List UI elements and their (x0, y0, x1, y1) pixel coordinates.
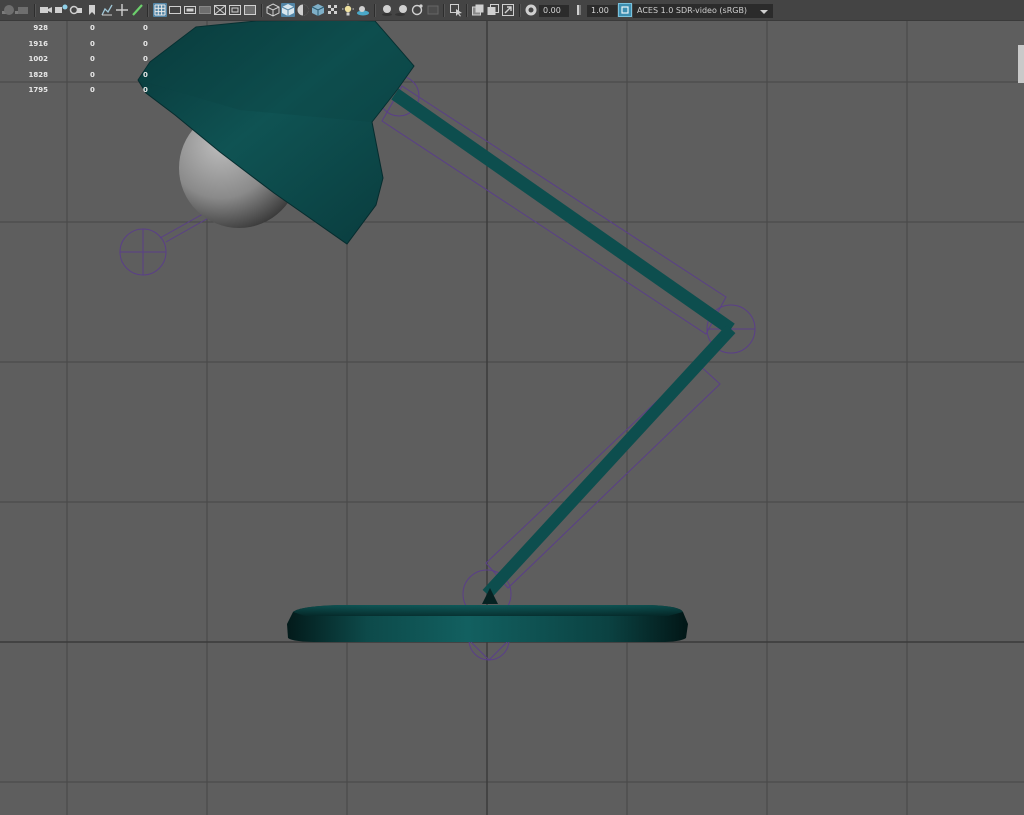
safe-title-icon[interactable] (243, 3, 257, 17)
hud-value: 0 (143, 39, 148, 48)
bookmark-icon[interactable] (85, 3, 99, 17)
depth-of-field-icon[interactable] (426, 3, 440, 17)
hud-value: 0 (143, 24, 148, 32)
gamma-icon[interactable] (572, 3, 586, 17)
viewport-toolbar: 0.00 1.00 ACES 1.0 SDR-video (sRGB) (0, 0, 1024, 21)
lighting-icon[interactable] (326, 3, 340, 17)
camera-icon[interactable] (39, 3, 53, 17)
grease-pencil-icon[interactable] (130, 3, 144, 17)
hud-value: 0 (90, 39, 95, 48)
hud-value: 0 (143, 70, 148, 79)
grid-lines (0, 21, 1024, 815)
toolbar-separator (34, 4, 36, 17)
toolbar-separator (374, 4, 376, 17)
grid-toggle-icon[interactable] (153, 3, 167, 17)
gate-mask-icon[interactable] (198, 3, 212, 17)
vertical-scrollbar[interactable] (1018, 45, 1024, 83)
smooth-shade-icon[interactable] (281, 3, 295, 17)
wireframe-icon[interactable] (266, 3, 280, 17)
color-space-label: ACES 1.0 SDR-video (sRGB) (637, 6, 748, 15)
two-d-pan-zoom-icon[interactable] (115, 3, 129, 17)
hud-value: 1828 (28, 70, 48, 79)
image-plane-icon[interactable] (100, 3, 114, 17)
lock-camera-icon[interactable] (16, 3, 30, 17)
hud-value: 0 (90, 70, 95, 79)
color-management-icon[interactable] (618, 3, 632, 17)
lower-arm[interactable] (482, 324, 736, 599)
motion-blur-icon[interactable] (395, 3, 409, 17)
xray-active-components-icon[interactable] (486, 3, 500, 17)
shadows-icon[interactable] (356, 3, 370, 17)
camera-attributes-icon[interactable] (54, 3, 68, 17)
toolbar-separator (443, 4, 445, 17)
field-chart-icon[interactable] (213, 3, 227, 17)
use-default-material-icon[interactable] (296, 3, 310, 17)
hud-value: 0 (90, 86, 95, 95)
hud-value: 0 (90, 55, 95, 64)
xray-joints-icon[interactable] (501, 3, 515, 17)
all-lights-icon[interactable] (341, 3, 355, 17)
perspective-viewport[interactable]: 928 1916 1002 1828 1795 0 0 0 0 0 0 0 0 … (0, 21, 1024, 815)
exposure-field[interactable]: 0.00 (539, 5, 569, 17)
grid-axis-lines (0, 21, 1024, 815)
hud-value: 0 (90, 24, 95, 32)
hud-column-b: 0 0 0 0 0 (90, 21, 102, 99)
textured-icon[interactable] (311, 3, 325, 17)
safe-action-icon[interactable] (228, 3, 242, 17)
color-space-dropdown[interactable]: ACES 1.0 SDR-video (sRGB) (633, 4, 773, 18)
hud-value: 0 (143, 86, 148, 95)
hud-value: 928 (33, 24, 48, 32)
chevron-down-icon (760, 10, 768, 14)
upper-arm[interactable] (391, 88, 735, 335)
gamma-field[interactable]: 1.00 (587, 5, 617, 17)
scene-canvas[interactable] (0, 21, 1024, 815)
screen-space-ambient-occlusion-icon[interactable] (380, 3, 394, 17)
film-gate-icon[interactable] (168, 3, 182, 17)
hud-column-c: 0 0 0 0 0 (143, 21, 155, 99)
xray-icon[interactable] (471, 3, 485, 17)
hud-value: 1002 (28, 55, 48, 64)
isolate-select-icon[interactable] (449, 3, 463, 17)
bookmark-camera-icon[interactable] (69, 3, 83, 17)
anti-aliasing-icon[interactable] (410, 3, 424, 17)
toolbar-separator (147, 4, 149, 17)
toolbar-separator (519, 4, 521, 17)
hud-value: 1916 (28, 39, 48, 48)
exposure-icon[interactable] (524, 3, 538, 17)
hud-value: 1795 (28, 86, 48, 95)
select-camera-icon[interactable] (2, 3, 16, 17)
hud-value: 0 (143, 55, 148, 64)
toolbar-separator (261, 4, 263, 17)
toolbar-separator (466, 4, 468, 17)
hud-column-a: 928 1916 1002 1828 1795 (12, 21, 48, 99)
resolution-gate-icon[interactable] (183, 3, 197, 17)
maya-viewport-window: 0.00 1.00 ACES 1.0 SDR-video (sRGB) 928 … (0, 0, 1024, 815)
